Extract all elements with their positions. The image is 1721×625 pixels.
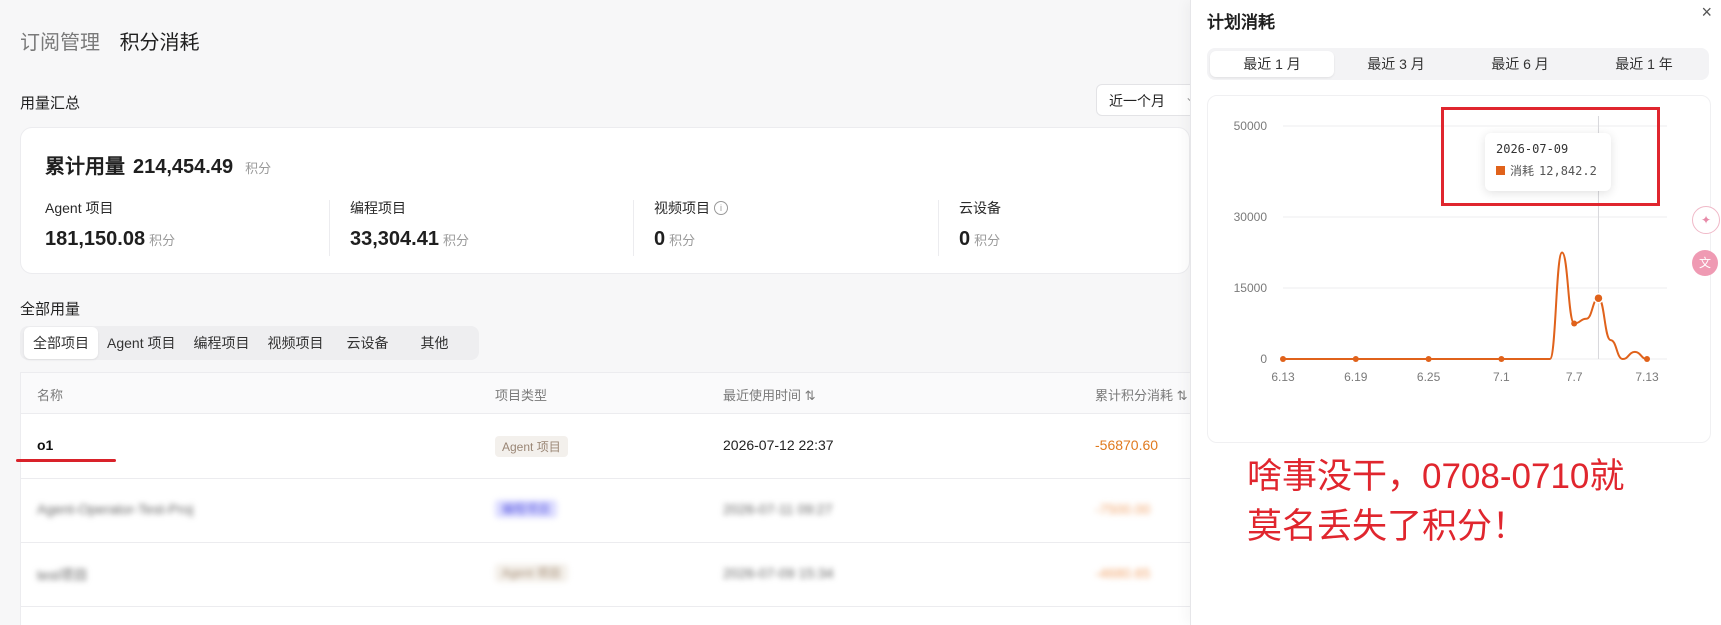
x-tick-label: 7.7 <box>1566 370 1583 384</box>
translate-icon[interactable]: 文 <box>1692 250 1718 276</box>
row-points: -4680.65 <box>1095 565 1151 581</box>
total-label: 累计用量 <box>45 156 125 178</box>
type-badge: Agent 项目 <box>495 436 568 457</box>
metric-value: 0 <box>654 228 666 250</box>
table-row[interactable]: Agent-Operator-Test-Proj 编程项目 2026-07-11… <box>21 478 1199 543</box>
tab-other[interactable]: 其他 <box>402 327 466 359</box>
annotation-text: 啥事没干，0708-0710就 莫名丢失了积分！ <box>1247 452 1717 552</box>
col-last-used[interactable]: 最近使用时间 ⇅ <box>723 385 816 404</box>
metric-value: 33,304.41 <box>350 228 439 250</box>
red-underline-annotation <box>16 459 116 462</box>
close-icon[interactable]: × <box>1701 2 1712 23</box>
metric-label: Agent 项目 <box>45 200 114 216</box>
total-value: 214,454.49 <box>133 156 234 178</box>
metric-agent: Agent 项目 181,150.08 积分 <box>45 198 345 258</box>
data-point <box>1280 356 1286 362</box>
metric-label: 视频项目 <box>654 200 710 216</box>
tab-cloud-devices[interactable]: 云设备 <box>332 327 402 359</box>
summary-card: 累计用量 214,454.49 积分 Agent 项目 181,150.08 积分… <box>20 127 1190 274</box>
data-point <box>1425 356 1432 362</box>
tab-agent-projects[interactable]: Agent 项目 <box>98 327 184 359</box>
row-time: 2026-07-12 22:37 <box>723 437 834 453</box>
col-name: 名称 <box>37 388 64 403</box>
data-point <box>1571 320 1578 327</box>
type-badge: 编程项目 <box>495 500 558 518</box>
period-tabs: 最近 1 月 最近 3 月 最近 6 月 最近 1 年 <box>1207 48 1709 80</box>
metric-unit: 积分 <box>974 233 1001 248</box>
type-badge: Agent 项目 <box>495 564 568 582</box>
x-tick-label: 6.19 <box>1344 370 1368 384</box>
row-name[interactable]: o1 <box>37 437 53 453</box>
x-tick-label: 6.25 <box>1417 370 1441 384</box>
row-name[interactable]: test项目 <box>37 565 88 585</box>
data-point <box>1352 356 1359 362</box>
breadcrumb-parent[interactable]: 订阅管理 <box>20 32 100 54</box>
annotation-line-2: 莫名丢失了积分！ <box>1247 507 1528 546</box>
tab-all-projects[interactable]: 全部项目 <box>24 327 98 359</box>
data-point <box>1498 356 1505 362</box>
row-points: -7500.00 <box>1095 501 1151 517</box>
all-usage-title: 全部用量 <box>20 301 81 318</box>
row-time: 2026-07-11 09:27 <box>723 501 833 517</box>
divider <box>329 200 330 256</box>
y-tick-label: 15000 <box>1234 281 1268 295</box>
x-tick-label: 7.1 <box>1493 370 1510 384</box>
table-row[interactable]: o1 Agent 项目 2026-07-12 22:37 -56870.60 <box>21 414 1199 479</box>
metric-video: 视频项目 i 0 积分 <box>654 198 954 258</box>
col-type: 项目类型 <box>495 388 548 403</box>
red-highlight-box <box>1441 107 1660 206</box>
range-select-value: 近一个月 <box>1109 93 1165 109</box>
tab-last-1-year[interactable]: 最近 1 年 <box>1582 51 1706 77</box>
divider <box>633 200 634 256</box>
data-point <box>1593 292 1604 304</box>
tab-video-projects[interactable]: 视频项目 <box>258 327 332 359</box>
table-row[interactable]: test项目 Agent 项目 2026-07-09 15:34 -4680.6… <box>21 542 1199 607</box>
divider <box>938 200 939 256</box>
total-unit: 积分 <box>245 161 272 176</box>
x-tick-label: 7.13 <box>1635 370 1659 384</box>
grid-sparkle-icon[interactable]: ✦ <box>1692 206 1720 234</box>
metric-value: 0 <box>959 228 971 250</box>
y-tick-label: 30000 <box>1234 210 1268 224</box>
info-icon[interactable]: i <box>714 201 728 215</box>
x-tick-label: 6.13 <box>1271 370 1295 384</box>
table-header: 名称 项目类型 最近使用时间 ⇅ 累计积分消耗 ⇅ <box>21 373 1199 414</box>
annotation-line-1: 啥事没干，0708-0710就 <box>1247 457 1625 496</box>
row-time: 2026-07-09 15:34 <box>723 565 834 581</box>
tab-coding-projects[interactable]: 编程项目 <box>184 327 258 359</box>
tab-last-6-months[interactable]: 最近 6 月 <box>1458 51 1582 77</box>
col-points[interactable]: 累计积分消耗 ⇅ <box>1095 385 1188 404</box>
usage-table: 名称 项目类型 最近使用时间 ⇅ 累计积分消耗 ⇅ o1 Agent 项目 20… <box>20 372 1200 625</box>
metric-unit: 积分 <box>442 233 469 248</box>
row-name[interactable]: Agent-Operator-Test-Proj <box>37 501 193 517</box>
filter-tabs: 全部项目 Agent 项目 编程项目 视频项目 云设备 其他 <box>20 326 479 360</box>
metric-value: 181,150.08 <box>45 228 146 250</box>
series-line <box>1283 251 1648 361</box>
tab-last-3-months[interactable]: 最近 3 月 <box>1334 51 1458 77</box>
breadcrumb-current: 积分消耗 <box>119 32 200 54</box>
y-tick-label: 50000 <box>1234 119 1268 133</box>
panel-title: 计划消耗 <box>1207 13 1275 32</box>
usage-summary-title: 用量汇总 <box>20 95 81 112</box>
metric-unit: 积分 <box>149 233 176 248</box>
y-tick-label: 0 <box>1260 352 1267 366</box>
metric-unit: 积分 <box>669 233 696 248</box>
data-point <box>1644 356 1650 362</box>
tab-last-1-month[interactable]: 最近 1 月 <box>1210 51 1334 77</box>
metric-label: 编程项目 <box>350 200 406 216</box>
row-points: -56870.60 <box>1095 437 1159 453</box>
metric-coding: 编程项目 33,304.41 积分 <box>350 198 650 258</box>
breadcrumb: 订阅管理 积分消耗 <box>20 26 200 55</box>
